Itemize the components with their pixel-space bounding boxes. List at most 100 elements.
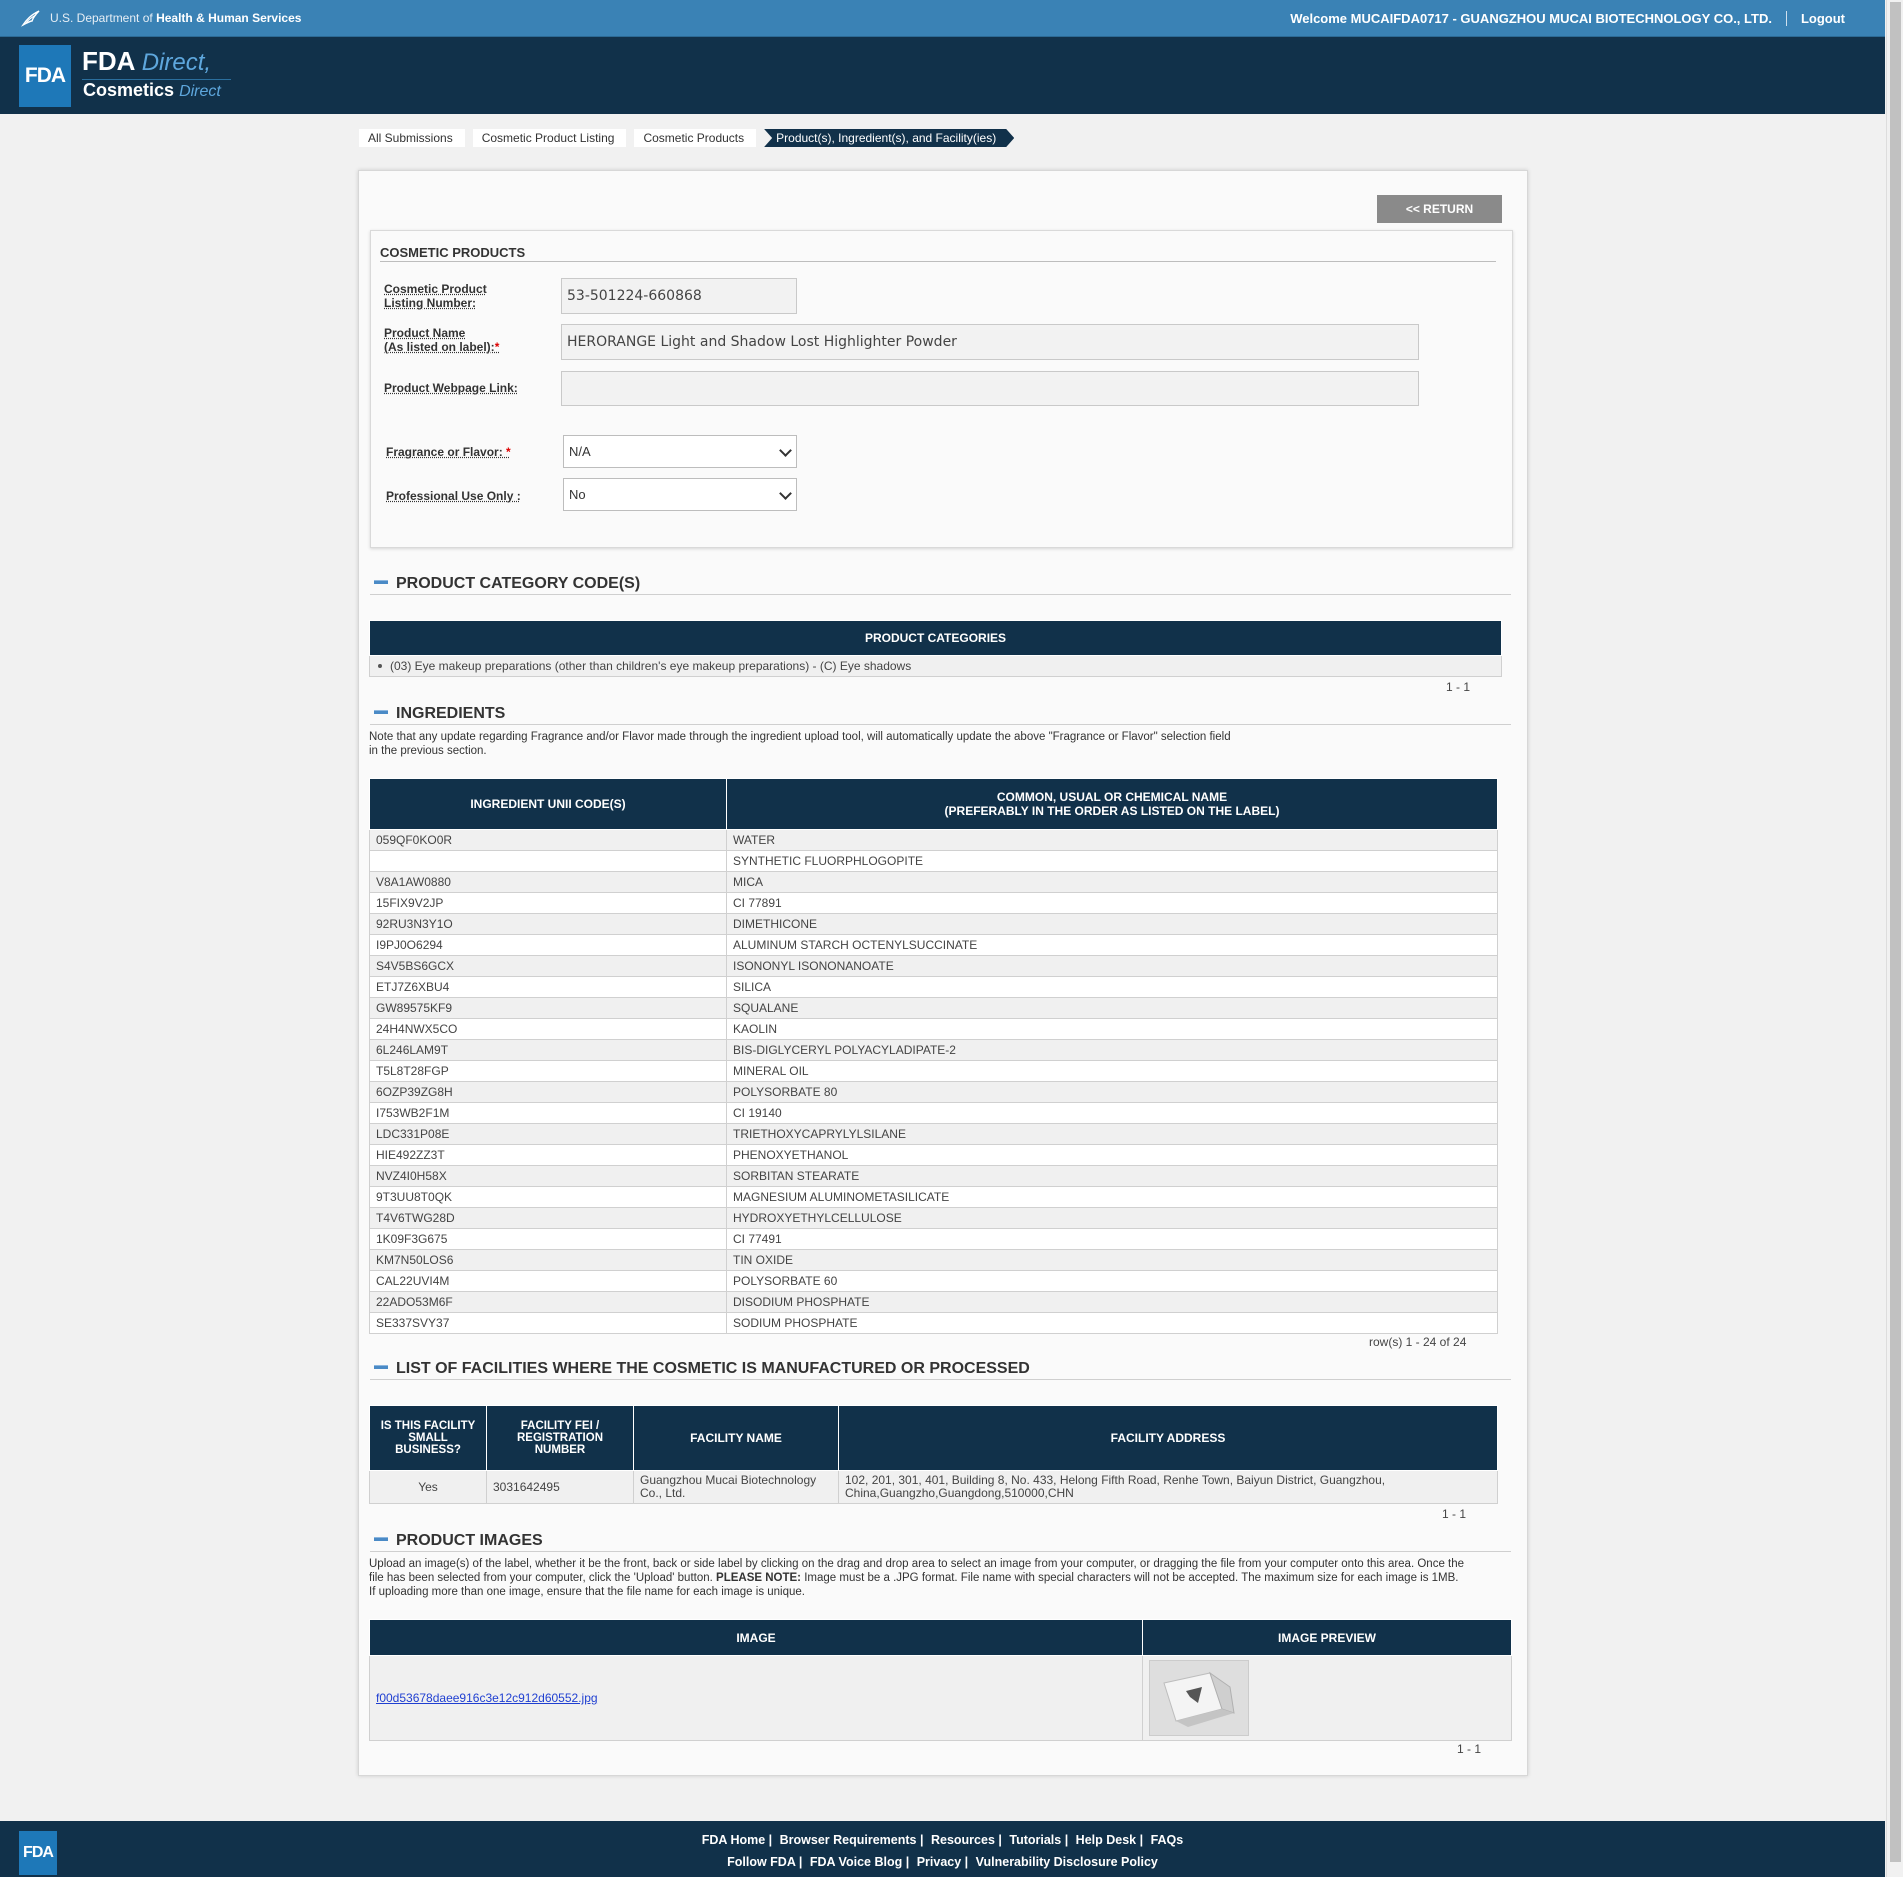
product-images-heading: PRODUCT IMAGES: [370, 1532, 1511, 1552]
ingredient-code-cell: NVZ4I0H58X: [369, 1165, 727, 1187]
image-file-cell: f00d53678daee916c3e12c912d60552.jpg: [369, 1655, 1143, 1741]
ingredient-name-cell: MICA: [726, 871, 1498, 893]
facilities-heading: LIST OF FACILITIES WHERE THE COSMETIC IS…: [370, 1360, 1511, 1380]
ingredient-name-cell: DIMETHICONE: [726, 913, 1498, 935]
ingredient-code-cell: 24H4NWX5CO: [369, 1018, 727, 1040]
facility-name-cell: Guangzhou Mucai Biotechnology Co., Ltd.: [633, 1470, 839, 1504]
breadcrumb: All Submissions Cosmetic Product Listing…: [359, 129, 1022, 147]
listing-number-label: Cosmetic Product Listing Number:: [384, 282, 487, 310]
ingredient-row: KM7N50LOS6 TIN OXIDE: [369, 1249, 1498, 1271]
ingredient-row: GW89575KF9 SQUALANE: [369, 997, 1498, 1019]
small-business-header: IS THIS FACILITY SMALL BUSINESS?: [369, 1405, 487, 1471]
logout-link[interactable]: Logout: [1787, 11, 1845, 26]
image-file-link[interactable]: f00d53678daee916c3e12c912d60552.jpg: [376, 1691, 598, 1705]
breadcrumb-cosmetic-products[interactable]: Cosmetic Products: [634, 129, 757, 147]
listing-number-field[interactable]: 53-501224-660868: [561, 278, 797, 314]
ingredient-row: LDC331P08E TRIETHOXYCAPRYLYLSILANE: [369, 1123, 1498, 1145]
ingredient-code-cell: V8A1AW0880: [369, 871, 727, 893]
welcome-text: Welcome MUCAIFDA0717 - GUANGZHOU MUCAI B…: [1290, 10, 1787, 26]
footer: FDA FDA Home | Browser Requirements | Re…: [0, 1821, 1885, 1877]
breadcrumb-all-submissions[interactable]: All Submissions: [359, 129, 465, 147]
ingredient-name-cell: ALUMINUM STARCH OCTENYLSUCCINATE: [726, 934, 1498, 956]
ingredient-row: 22ADO53M6F DISODIUM PHOSPHATE: [369, 1291, 1498, 1313]
page-scrollbar[interactable]: [1886, 0, 1903, 1877]
product-package-icon: [1150, 1661, 1248, 1735]
brand-header: FDA FDA Direct, Cosmetics Direct: [0, 37, 1885, 114]
ingredients-pager: row(s) 1 - 24 of 24: [1369, 1335, 1467, 1349]
collapse-icon[interactable]: [374, 709, 388, 714]
ingredient-row: HIE492ZZ3T PHENOXYETHANOL: [369, 1144, 1498, 1166]
ingredient-name-cell: CI 77891: [726, 892, 1498, 914]
footer-link-vulnerability-disclosure[interactable]: Vulnerability Disclosure Policy: [976, 1855, 1158, 1869]
ingredient-row: SE337SVY37 SODIUM PHOSPHATE: [369, 1312, 1498, 1334]
footer-link-help-desk[interactable]: Help Desk |: [1076, 1833, 1143, 1847]
ingredient-row: ETJ7Z6XBU4 SILICA: [369, 976, 1498, 998]
footer-link-privacy[interactable]: Privacy |: [917, 1855, 968, 1869]
ingredient-code-cell: SE337SVY37: [369, 1312, 727, 1334]
ingredient-code-cell: ETJ7Z6XBU4: [369, 976, 727, 998]
ingredient-code-cell: S4V5BS6GCX: [369, 955, 727, 977]
footer-link-fda-home[interactable]: FDA Home |: [702, 1833, 772, 1847]
ingredient-code-cell: 6OZP39ZG8H: [369, 1081, 727, 1103]
collapse-icon[interactable]: [374, 1536, 388, 1541]
collapse-icon[interactable]: [374, 1364, 388, 1369]
ingredient-code-cell: I9PJ0O6294: [369, 934, 727, 956]
fda-direct-title: FDA Direct, Cosmetics Direct: [82, 47, 231, 101]
ingredient-code-cell: CAL22UVI4M: [369, 1270, 727, 1292]
product-name-field[interactable]: HERORANGE Light and Shadow Lost Highligh…: [561, 324, 1419, 360]
product-categories-table: PRODUCT CATEGORIES (03) Eye makeup prepa…: [369, 620, 1502, 677]
ingredient-name-cell: BIS-DIGLYCERYL POLYACYLADIPATE-2: [726, 1039, 1498, 1061]
footer-link-follow-fda[interactable]: Follow FDA |: [727, 1855, 802, 1869]
fda-logo[interactable]: FDA: [19, 45, 71, 107]
footer-link-tutorials[interactable]: Tutorials |: [1009, 1833, 1068, 1847]
chevron-down-icon: [779, 444, 792, 457]
ingredient-name-cell: SYNTHETIC FLUORPHLOGOPITE: [726, 850, 1498, 872]
ingredient-name-cell: HYDROXYETHYLCELLULOSE: [726, 1207, 1498, 1229]
return-button[interactable]: << RETURN: [1377, 195, 1502, 223]
breadcrumb-cosmetic-product-listing[interactable]: Cosmetic Product Listing: [472, 129, 627, 147]
fragrance-select[interactable]: N/A: [563, 435, 797, 468]
ingredient-code-header: INGREDIENT UNII CODE(S): [369, 778, 727, 830]
footer-link-faqs[interactable]: FAQs: [1151, 1833, 1184, 1847]
product-images-note: Upload an image(s) of the label, whether…: [369, 1558, 1465, 1598]
ingredient-code-cell: LDC331P08E: [369, 1123, 727, 1145]
ingredient-code-cell: KM7N50LOS6: [369, 1249, 727, 1271]
ingredient-row: I9PJ0O6294 ALUMINUM STARCH OCTENYLSUCCINA…: [369, 934, 1498, 956]
ingredient-row: I753WB2F1M CI 19140: [369, 1102, 1498, 1124]
facility-address-cell: 102, 201, 301, 401, Building 8, No. 433,…: [838, 1470, 1498, 1504]
footer-links-row-1: FDA Home | Browser Requirements | Resour…: [0, 1833, 1885, 1847]
ingredient-row: 92RU3N3Y1O DIMETHICONE: [369, 913, 1498, 935]
bullet-icon: [378, 664, 382, 668]
chevron-down-icon: [779, 487, 792, 500]
fei-header: FACILITY FEI / REGISTRATION NUMBER: [486, 1405, 634, 1471]
product-images-table: IMAGE IMAGE PREVIEW f00d53678daee916c3e1…: [369, 1619, 1512, 1741]
ingredient-row: 6OZP39ZG8H POLYSORBATE 80: [369, 1081, 1498, 1103]
ingredients-heading: INGREDIENTS: [370, 705, 1511, 725]
ingredient-row: V8A1AW0880 MICA: [369, 871, 1498, 893]
ingredient-name-cell: DISODIUM PHOSPHATE: [726, 1291, 1498, 1313]
hhs-branding: U.S. Department of Health & Human Servic…: [20, 0, 301, 36]
ingredient-name-cell: TRIETHOXYCAPRYLYLSILANE: [726, 1123, 1498, 1145]
ingredient-code-cell: 059QF0KO0R: [369, 829, 727, 851]
ingredients-table: INGREDIENT UNII CODE(S) COMMON, USUAL OR…: [369, 778, 1498, 1334]
product-category-heading: PRODUCT CATEGORY CODE(S): [370, 575, 1511, 595]
ingredient-code-cell: 9T3UU8T0QK: [369, 1186, 727, 1208]
ingredient-name-cell: WATER: [726, 829, 1498, 851]
footer-link-resources[interactable]: Resources |: [931, 1833, 1002, 1847]
image-preview-cell: [1142, 1655, 1512, 1741]
footer-link-browser-requirements[interactable]: Browser Requirements |: [780, 1833, 924, 1847]
footer-link-fda-voice-blog[interactable]: FDA Voice Blog |: [810, 1855, 909, 1869]
ingredient-row: 9T3UU8T0QK MAGNESIUM ALUMINOMETASILICATE: [369, 1186, 1498, 1208]
image-preview-thumbnail[interactable]: [1149, 1660, 1249, 1736]
ingredient-code-cell: 1K09F3G675: [369, 1228, 727, 1250]
product-categories-header: PRODUCT CATEGORIES: [369, 620, 1502, 656]
product-webpage-field[interactable]: [561, 371, 1419, 406]
collapse-icon[interactable]: [374, 579, 388, 584]
image-header: IMAGE: [369, 1619, 1143, 1656]
scrollbar-thumb[interactable]: [1890, 2, 1901, 1862]
facility-name-header: FACILITY NAME: [633, 1405, 839, 1471]
professional-use-select[interactable]: No: [563, 478, 797, 511]
ingredient-row: T4V6TWG28D HYDROXYETHYLCELLULOSE: [369, 1207, 1498, 1229]
ingredients-note: Note that any update regarding Fragrance…: [369, 731, 1231, 757]
ingredient-name-cell: SQUALANE: [726, 997, 1498, 1019]
